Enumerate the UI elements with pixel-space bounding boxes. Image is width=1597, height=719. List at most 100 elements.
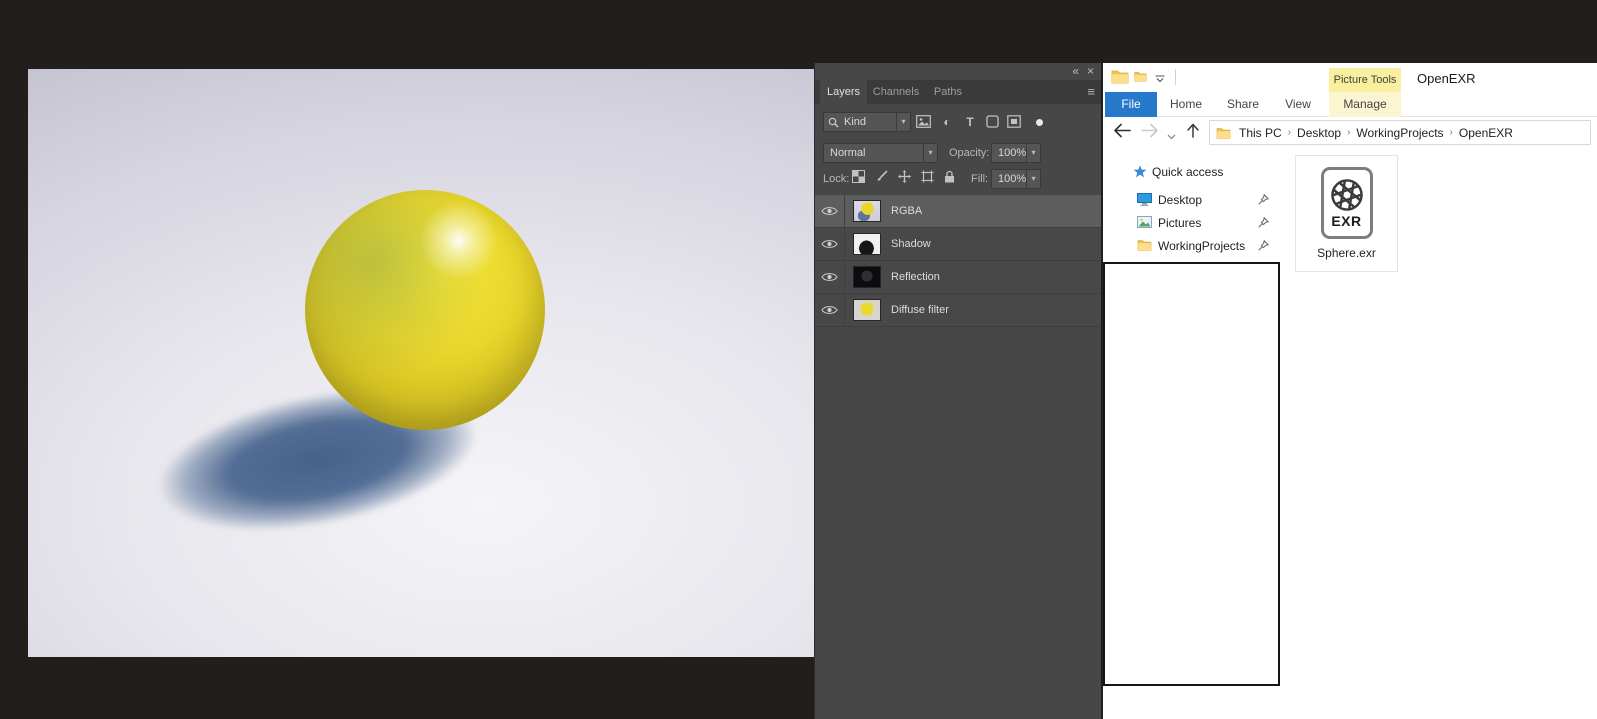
navigation-bar: This PC › Desktop › WorkingProjects › Op… [1103,117,1597,148]
bordered-pane [1103,262,1280,686]
tab-channels[interactable]: Channels [867,80,925,104]
chevron-down-icon: ▾ [1026,144,1040,162]
collapse-panels-icon[interactable]: « [1072,64,1079,78]
quick-access-star-icon [1133,165,1147,182]
contextual-tab-group-label: Picture Tools [1329,68,1401,92]
quick-access-toolbar-icon[interactable] [1134,71,1147,85]
chevron-down-icon: ▾ [1026,170,1040,188]
visibility-eye-icon[interactable] [815,294,845,326]
pin-icon[interactable] [1258,216,1270,231]
panel-menu-icon[interactable]: ≡ [1087,84,1095,99]
opacity-label: Opacity: [949,147,990,159]
layer-row-shadow[interactable]: Shadow [815,228,1101,261]
breadcrumb-openexr[interactable]: OpenEXR [1454,126,1518,140]
layer-row-rgba[interactable]: RGBA [815,195,1101,228]
layer-row-diffuse-filter[interactable]: Diffuse filter [815,294,1101,327]
lock-position-move-icon[interactable] [898,170,912,184]
fill-label: Fill: [971,173,989,185]
sidebar-item-desktop[interactable]: Desktop [1103,190,1281,211]
lock-transparent-pixels-icon[interactable] [852,170,866,184]
blend-mode-dropdown[interactable]: Normal ▾ [823,143,938,163]
file-name: Sphere.exr [1317,246,1376,260]
address-bar[interactable]: This PC › Desktop › WorkingProjects › Op… [1209,120,1591,145]
tab-layers[interactable]: Layers [820,80,867,104]
layer-thumbnail[interactable] [853,233,881,255]
pin-icon[interactable] [1258,239,1270,254]
folder-icon [1137,239,1152,254]
search-icon [828,117,839,131]
filter-shape-layers-icon[interactable] [984,115,1000,130]
visibility-eye-icon[interactable] [815,261,845,293]
visibility-eye-icon[interactable] [815,228,845,260]
visibility-eye-icon[interactable] [815,195,845,227]
pictures-icon [1137,216,1152,231]
opacity-value: 100% [998,147,1027,159]
layer-name: RGBA [891,205,923,217]
forward-arrow-icon[interactable] [1141,123,1159,141]
panel-topbar: « × [815,63,1101,80]
filter-type-layers-icon[interactable]: T [962,115,978,130]
document-canvas[interactable] [28,69,814,657]
file-explorer-window: Picture Tools OpenEXR File Home Share Vi… [1103,63,1597,719]
sidebar-item-pictures[interactable]: Pictures [1103,213,1281,234]
fill-value: 100% [998,173,1027,185]
tab-share[interactable]: Share [1216,92,1270,117]
exr-file-icon: EXR [1320,167,1373,239]
quick-access-header[interactable]: Quick access [1103,163,1281,183]
titlebar-separator [1175,69,1176,85]
tab-paths[interactable]: Paths [925,80,971,104]
tab-file[interactable]: File [1105,92,1157,117]
file-list-area[interactable]: EXR Sphere.exr [1281,148,1597,719]
chevron-down-icon: ▾ [923,144,937,162]
explorer-app-folder-icon [1111,69,1129,87]
breadcrumb-workingprojects[interactable]: WorkingProjects [1351,126,1448,140]
tab-home[interactable]: Home [1160,92,1212,117]
aperture-icon [1330,178,1363,211]
ribbon-tab-bar: File Home Share View Manage [1103,92,1597,117]
lock-image-pixels-brush-icon[interactable] [875,170,889,184]
layer-thumbnail[interactable] [853,299,881,321]
filter-kind-value: Kind [844,116,867,128]
up-arrow-icon[interactable] [1186,123,1200,141]
explorer-titlebar[interactable]: Picture Tools OpenEXR [1103,63,1597,92]
sphere-render [305,190,545,430]
sidebar-item-label: Pictures [1158,216,1202,230]
lock-label: Lock: [823,173,850,185]
layers-list: RGBA Shadow Reflection Diffuse filter [815,195,1101,327]
fill-input[interactable]: 100% ▾ [991,169,1041,189]
layer-name: Shadow [891,238,931,250]
filter-pixel-layers-icon[interactable] [915,115,931,130]
layers-panel: « × Layers Channels Paths ≡ Kind ▾ ◐ T N… [814,63,1101,719]
customize-quick-access-toolbar-icon[interactable] [1155,73,1165,87]
file-item-sphere-exr[interactable]: EXR Sphere.exr [1295,155,1398,272]
filter-smart-objects-icon[interactable] [1006,115,1022,130]
lock-all-padlock-icon[interactable] [944,170,958,184]
filter-toggle-icon[interactable] [1036,119,1043,126]
layer-name: Diffuse filter [891,304,949,316]
desktop-icon [1137,193,1152,210]
opacity-input[interactable]: 100% ▾ [991,143,1041,163]
filter-kind-dropdown[interactable]: Kind ▾ [823,112,911,132]
breadcrumb-this-pc[interactable]: This PC [1234,126,1287,140]
layer-row-reflection[interactable]: Reflection [815,261,1101,294]
layer-thumbnail[interactable] [853,200,881,222]
back-arrow-icon[interactable] [1113,123,1131,141]
sidebar-item-label: Desktop [1158,193,1203,207]
panel-tab-bar: Layers Channels Paths ≡ [815,80,1101,104]
layer-thumbnail[interactable] [853,266,881,288]
blend-mode-value: Normal [830,147,866,159]
pin-icon[interactable] [1258,193,1270,208]
sidebar-item-workingprojects[interactable]: WorkingProjects [1103,236,1281,257]
recent-locations-chevron-icon[interactable] [1167,129,1176,143]
address-folder-icon [1216,127,1231,139]
filter-adjustment-layers-icon[interactable]: ◐ [939,115,955,130]
tab-view[interactable]: View [1273,92,1323,117]
quick-access-label: Quick access [1152,165,1224,179]
close-panel-icon[interactable]: × [1087,64,1094,78]
chevron-down-icon: ▾ [896,113,910,131]
lock-buttons [852,170,958,184]
layer-name: Reflection [891,271,940,283]
breadcrumb-desktop[interactable]: Desktop [1292,126,1346,140]
lock-artboard-icon[interactable] [921,170,935,184]
tab-manage[interactable]: Manage [1329,92,1401,117]
